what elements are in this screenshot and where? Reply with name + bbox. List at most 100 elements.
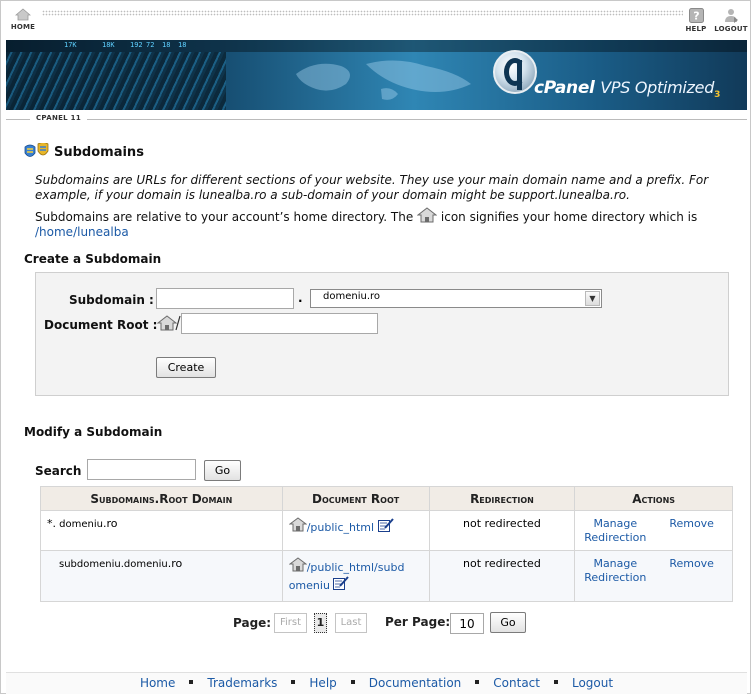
subdomain-cell: *. domeniu.ro [40, 510, 283, 551]
cpanel-banner: 17K 18K 192 72 18 18 cPanel VPS Optimized3 [6, 40, 747, 110]
logout-label: LOGOUT [714, 25, 748, 33]
divider-line [6, 119, 747, 120]
table-header-row: Subdomains.Root Domain Document Root Red… [40, 486, 733, 511]
banner-cables-graphic [6, 52, 226, 110]
footer-trademarks-link[interactable]: Trademarks [207, 676, 277, 690]
home-directory-description: Subdomains are relative to your account’… [35, 207, 735, 240]
help-label: HELP [685, 25, 707, 33]
table-row: subdomeniu.domeniu.ro /public_html/subd … [40, 550, 733, 602]
actions-cell: Manage Redirection Remove [574, 550, 733, 602]
footer-help-link[interactable]: Help [309, 676, 336, 690]
root-domain-selected: domeniu.ro [323, 291, 381, 302]
manage-redirection-link[interactable]: Manage Redirection [583, 517, 647, 545]
page-title: Subdomains [24, 143, 144, 161]
remove-link[interactable]: Remove [669, 517, 714, 530]
redirection-cell: not redirected [428, 550, 576, 602]
home-path: /home/lunealba [35, 225, 129, 239]
page-title-text: Subdomains [54, 144, 144, 160]
redirection-cell: not redirected [428, 510, 576, 551]
column-header-document-root[interactable]: Document Root [281, 486, 430, 511]
subdomain-domain: domeniu [56, 519, 103, 530]
search-label: Search [35, 464, 82, 478]
subdomain-label: Subdomain : [69, 293, 154, 307]
search-go-button[interactable]: Go [204, 460, 241, 481]
home-desc-pre: Subdomains are relative to your account’… [35, 210, 414, 224]
help-button[interactable]: ? HELP [682, 8, 710, 33]
brand-version: 3 [714, 90, 721, 100]
footer: Home Trademarks Help Documentation Contact Lo… [6, 672, 747, 694]
document-root-link[interactable]: /public_html/subd [307, 561, 405, 574]
edit-icon[interactable] [333, 576, 350, 590]
actions-cell: Manage Redirection Remove [574, 510, 733, 551]
theme-version-row: CPANEL 11 [6, 112, 747, 126]
subdomains-table: Subdomains.Root Domain Document Root Red… [40, 486, 733, 602]
domain-dot: . [298, 291, 303, 305]
cpanel-logo-icon [493, 50, 537, 94]
banner-ticker: 17K 18K 192 72 18 18 [6, 40, 747, 52]
footer-separator [291, 680, 296, 684]
home-directory-icon [416, 207, 438, 223]
footer-separator [350, 680, 355, 684]
per-page-label: Per Page: [385, 615, 451, 629]
footer-contact-link[interactable]: Contact [493, 676, 540, 690]
create-subdomain-panel: Subdomain : . domeniu.ro ▼ Document Root… [35, 272, 729, 396]
document-root-cell: /public_html [281, 510, 430, 551]
home-icon [15, 8, 31, 21]
home-icon [157, 315, 181, 331]
per-page-go-button[interactable]: Go [490, 612, 526, 633]
subdomain-tld: .ro [167, 557, 183, 570]
last-page-button[interactable]: Last [335, 613, 367, 633]
create-subdomain-heading: Create a Subdomain [24, 252, 162, 266]
subdomains-icon [24, 143, 49, 157]
dotted-divider [42, 10, 683, 16]
footer-home-link[interactable]: Home [140, 676, 175, 690]
theme-version: CPANEL 11 [30, 114, 88, 122]
svg-text:?: ? [693, 10, 700, 23]
subdomain-input[interactable] [156, 288, 294, 309]
table-row: *. domeniu.ro /public_html not redirecte… [40, 510, 733, 551]
subdomain-domain: subdomeniu.domeniu [59, 559, 168, 570]
page-label: Page: [233, 616, 272, 630]
chevron-down-icon[interactable]: ▼ [585, 291, 600, 306]
column-header-redirection[interactable]: Redirection [428, 486, 576, 511]
document-root-input[interactable] [181, 313, 378, 334]
document-root-link[interactable]: /public_html [307, 521, 374, 534]
footer-links: Home Trademarks Help Documentation Contact Lo… [6, 676, 747, 690]
home-button[interactable]: HOME [6, 8, 40, 31]
logout-button[interactable]: LOGOUT [714, 8, 748, 33]
footer-separator [475, 680, 480, 684]
subdomain-cell: subdomeniu.domeniu.ro [40, 550, 283, 602]
top-navigation: HOME ? HELP LOGOUT [6, 6, 748, 40]
manage-redirection-link[interactable]: Manage Redirection [583, 557, 647, 585]
home-desc-post: icon signifies your home directory which… [440, 210, 698, 224]
document-root-link-cont[interactable]: omeniu [289, 579, 330, 592]
footer-separator [553, 680, 558, 684]
footer-documentation-link[interactable]: Documentation [369, 676, 462, 690]
remove-link[interactable]: Remove [669, 557, 714, 570]
column-header-actions: Actions [574, 486, 733, 511]
logout-icon [725, 9, 738, 23]
subdomain-tld: .ro [103, 517, 118, 530]
edit-icon[interactable] [377, 518, 394, 532]
footer-logout-link[interactable]: Logout [572, 676, 613, 690]
search-input[interactable] [87, 459, 196, 480]
current-page[interactable]: 1 [314, 613, 327, 633]
brand-cpanel: cPanel [534, 78, 595, 98]
document-root-label: Document Root : [44, 318, 158, 332]
root-domain-select[interactable]: domeniu.ro ▼ [310, 289, 602, 308]
subdomain-prefix: *. [47, 517, 56, 530]
column-header-subdomain[interactable]: Subdomains.Root Domain [40, 486, 283, 511]
home-icon [288, 557, 308, 572]
create-button[interactable]: Create [156, 357, 216, 378]
home-icon [288, 517, 308, 532]
brand-vps: VPS Optimized [600, 78, 715, 97]
subdomain-description: Subdomains are URLs for different sectio… [35, 173, 709, 202]
footer-separator [189, 680, 194, 684]
document-root-cell: /public_html/subd omeniu [281, 550, 430, 602]
brand-text: cPanel VPS Optimized3 [534, 78, 720, 100]
first-page-button[interactable]: First [274, 613, 307, 633]
help-icon: ? [688, 8, 704, 23]
home-label: HOME [10, 23, 36, 31]
modify-subdomain-heading: Modify a Subdomain [24, 425, 163, 439]
per-page-input[interactable] [450, 613, 484, 634]
